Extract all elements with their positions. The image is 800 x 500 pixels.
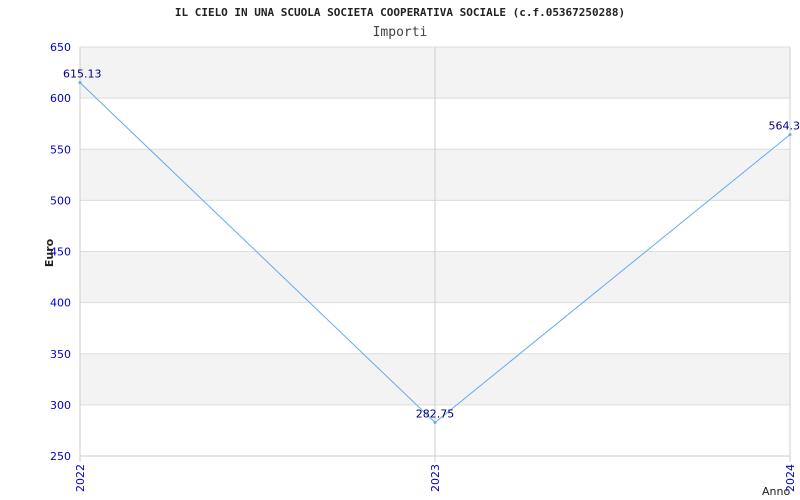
chart: IL CIELO IN UNA SCUOLA SOCIETA COOPERATI… [0, 0, 800, 500]
x-axis-label: Anno [762, 485, 790, 498]
plot-area: 2503003504004505005506006502022 2023 20246… [43, 41, 800, 498]
x-tick-label: 2023 [429, 464, 442, 492]
data-point [78, 81, 82, 85]
y-tick-label: 600 [50, 92, 71, 105]
data-point [433, 421, 437, 425]
y-tick-label: 550 [50, 143, 71, 156]
x-tick-label: 2022 [74, 464, 87, 492]
y-tick-label: 350 [50, 348, 71, 361]
y-axis-label: Euro [43, 238, 56, 267]
y-tick-label: 400 [50, 297, 71, 310]
y-tick-label: 250 [50, 450, 71, 463]
data-label: 282.75 [416, 408, 455, 421]
data-point [788, 133, 792, 137]
data-label: 615.13 [63, 68, 102, 81]
y-tick-label: 500 [50, 194, 71, 207]
y-tick-label: 650 [50, 41, 71, 54]
y-tick-label: 300 [50, 399, 71, 412]
data-label: 564.3 [769, 120, 800, 133]
